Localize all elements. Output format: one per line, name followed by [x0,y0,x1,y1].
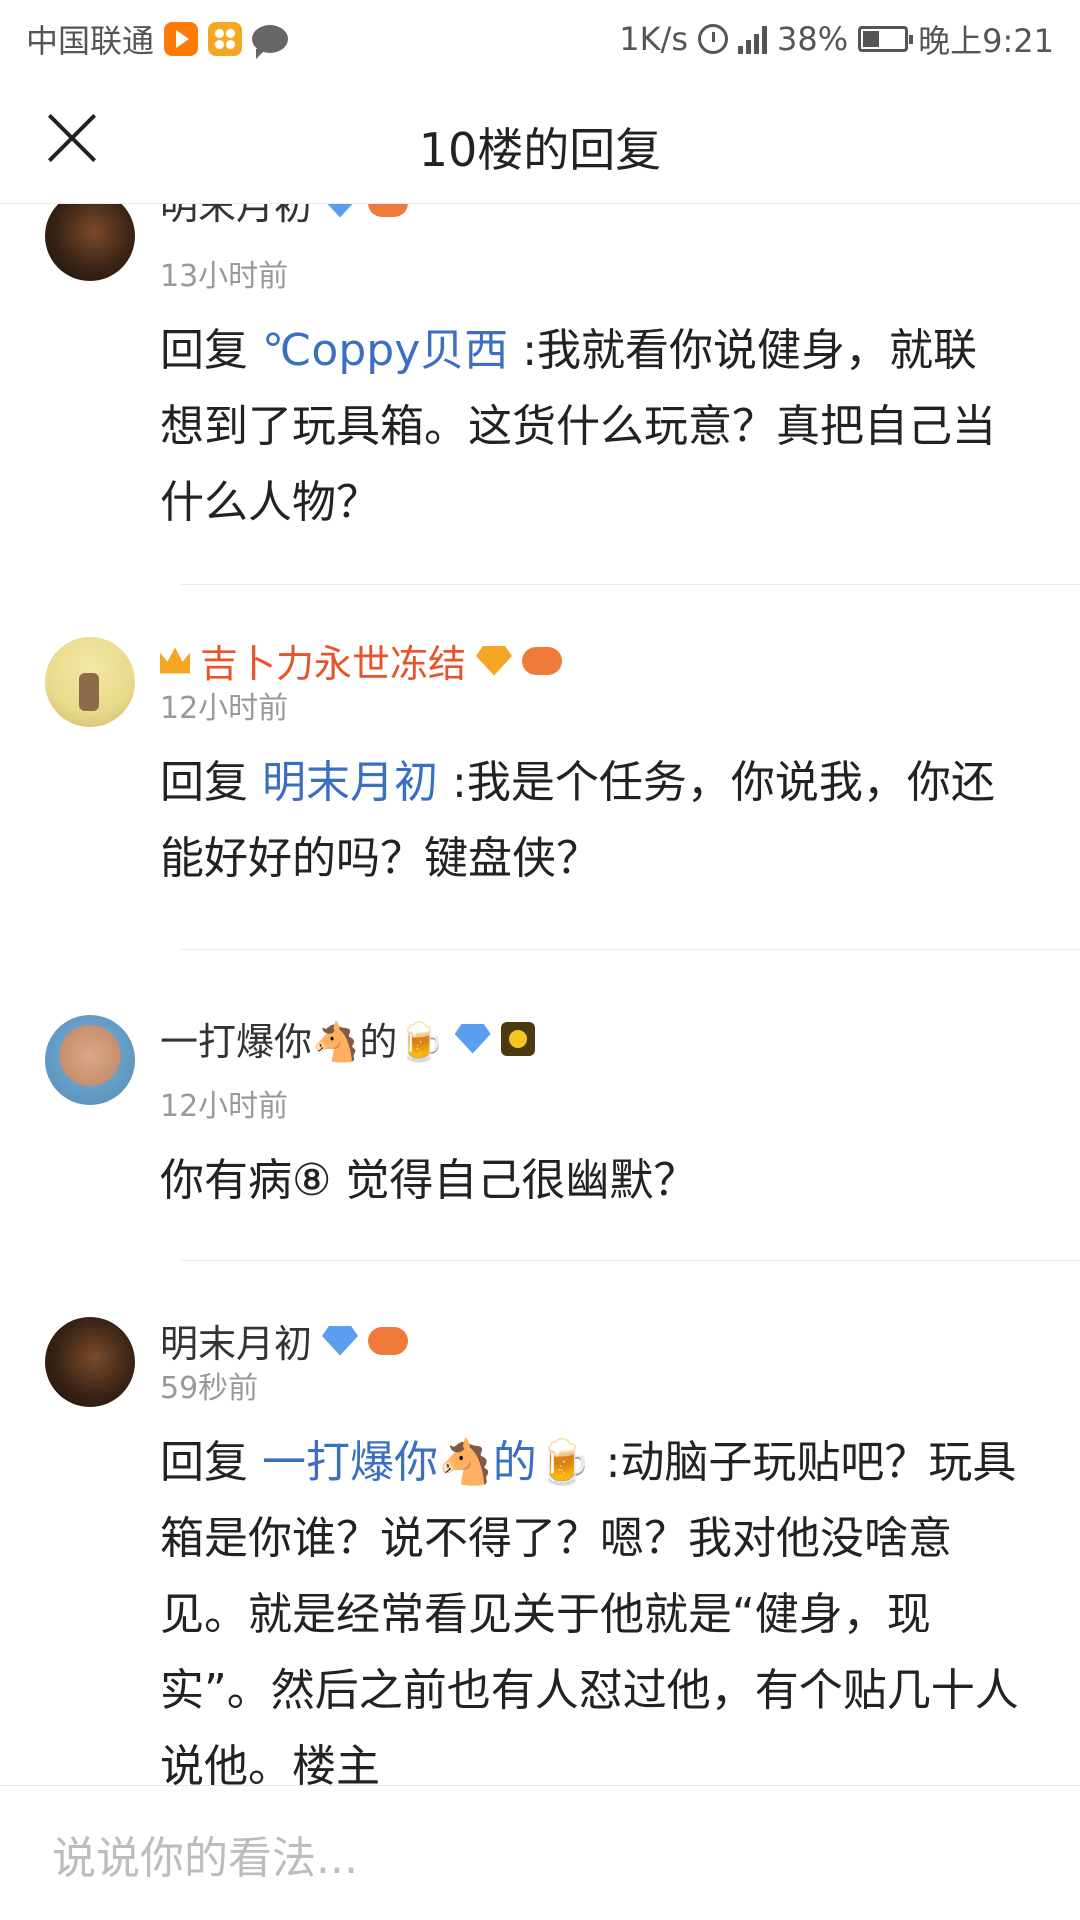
username[interactable]: 吉卜力永世冻结 [160,633,563,688]
reply-text: :动脑子玩贴吧？玩具箱是你谁？说不得了？嗯？我对他没啥意见。就是经常看见关于他就… [160,1437,1019,1785]
net-speed-label: 1K/s [619,20,688,58]
battery-icon [858,26,914,52]
username[interactable]: 一打爆你🐴的🍺 [160,1011,535,1066]
level-badge-icon [454,1023,491,1054]
comment-bar[interactable]: 说说你的看法... [0,1785,1080,1920]
level-badge-icon [322,203,359,218]
username[interactable]: 明末月初 [160,203,409,230]
alarm-icon [698,24,728,54]
avatar[interactable] [45,1317,135,1407]
video-app-icon [164,22,199,56]
status-bar: 中国联通 1K/s 38% 晚上9:21 [0,0,1080,78]
reply-body: 回复 ℃oppy贝西 :我就看你说健身，就联想到了玩具箱。这货什么玩意？真把自己… [160,313,1020,541]
divider [180,1260,1080,1261]
username-text: 明末月初 [160,1322,313,1366]
mention-link[interactable]: 一打爆你🐴的🍺 [262,1437,592,1488]
reply-time: 12小时前 [160,1089,289,1124]
sun-badge-icon [500,1021,535,1056]
page-header: 10楼的回复 [0,78,1080,204]
comment-input[interactable]: 说说你的看法... [52,1822,358,1886]
username-text: 吉卜力永世冻结 [200,642,467,686]
reply-body: 回复 明末月初 :我是个任务，你说我，你还能好好的吗？键盘侠？ [160,745,1020,897]
signal-icon [738,24,767,54]
username-text: 明末月初 [160,203,313,228]
page-title: 10楼的回复 [418,123,662,177]
reply-body: 回复 一打爆你🐴的🍺 :动脑子玩贴吧？玩具箱是你谁？说不得了？嗯？我对他没啥意见… [160,1425,1020,1785]
username-text: 一打爆你🐴的🍺 [160,1020,445,1064]
crown-icon [160,647,190,674]
reply-prefix: 回复 [160,757,248,808]
reply-prefix: 回复 [160,325,248,376]
username[interactable]: 明末月初 [160,1313,409,1368]
reply-list[interactable]: 明末月初 13小时前 回复 ℃oppy贝西 :我就看你说健身，就联想到了玩具箱。… [0,203,1080,1785]
game-badge-icon [368,203,409,217]
level-badge-icon [476,645,513,676]
game-badge-icon [522,646,563,675]
reply-time: 13小时前 [160,259,289,294]
divider [180,584,1080,585]
reply-prefix: 回复 [160,1437,248,1488]
battery-percent: 38% [777,20,849,58]
avatar[interactable] [45,1015,135,1105]
reply-text: 你有病⑧ 觉得自己很幽默？ [160,1155,698,1206]
divider [180,949,1080,950]
message-icon [252,25,289,59]
avatar[interactable] [45,203,135,281]
status-left: 中国联通 [26,16,289,62]
gallery-app-icon [208,22,243,56]
level-badge-icon [322,1325,359,1356]
reply-body: 你有病⑧ 觉得自己很幽默？ [160,1143,1020,1219]
mention-link[interactable]: 明末月初 [262,757,438,808]
status-right: 1K/s 38% 晚上9:21 [619,16,1054,62]
mention-link[interactable]: ℃oppy贝西 [262,325,508,376]
clock-label: 晚上9:21 [918,22,1054,60]
reply-time: 59秒前 [160,1371,259,1406]
avatar[interactable] [45,637,135,727]
carrier-label: 中国联通 [26,22,155,60]
reply-time: 12小时前 [160,691,289,726]
game-badge-icon [368,1326,409,1355]
